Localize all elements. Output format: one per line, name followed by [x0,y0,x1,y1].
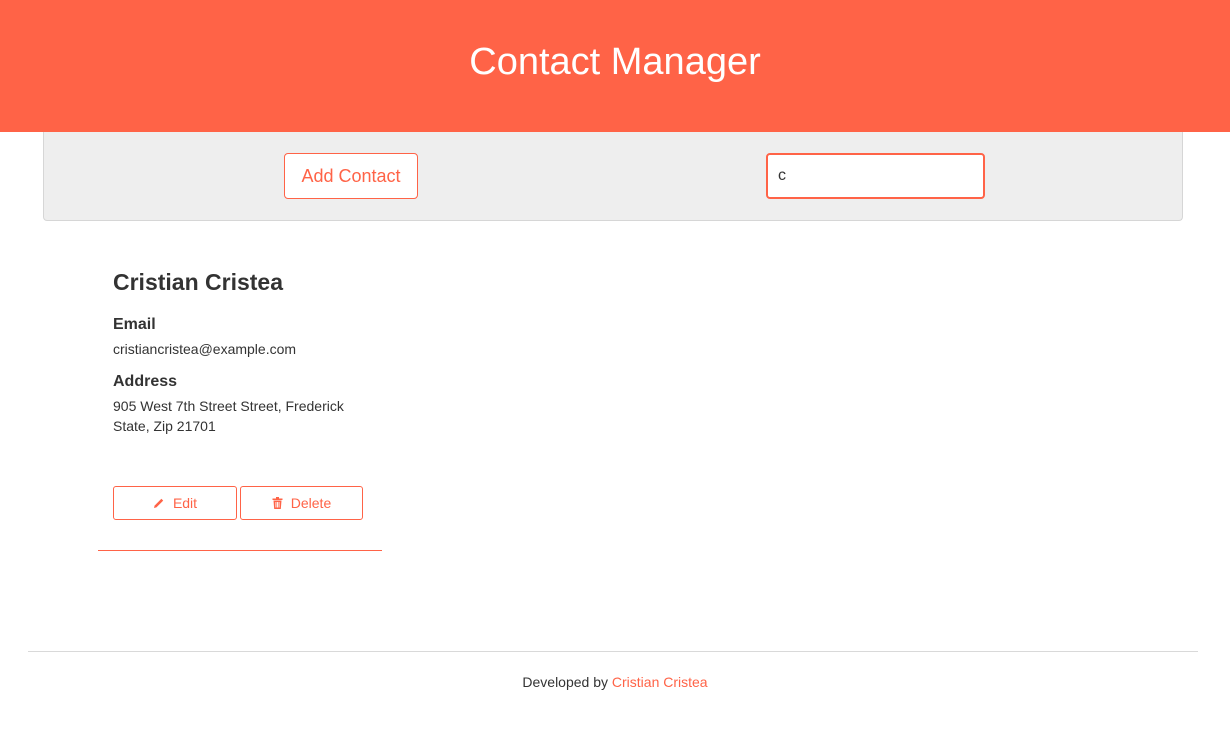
footer-divider [28,651,1198,652]
email-label: Email [113,316,156,333]
contact-email: cristiancristea@example.com [113,341,297,357]
delete-button[interactable]: Delete [240,486,363,520]
footer: Developed by Cristian Cristea [0,674,1230,690]
edit-button[interactable]: Edit [113,486,237,520]
pencil-icon [153,497,165,509]
address-label: Address [113,373,178,390]
search-input[interactable] [766,153,985,199]
edit-label: Edit [172,495,198,511]
toolbar: Add Contact [43,132,1183,221]
contact-card: Cristian Cristea Email cristiancristea@e… [98,245,382,551]
author-link[interactable]: Cristian Cristea [612,674,708,690]
app-header: Contact Manager [0,0,1230,132]
footer-prefix: Developed by [522,674,609,690]
delete-label: Delete [290,495,332,511]
contact-address: 905 West 7th Street Street, Frederick St… [113,398,344,434]
add-contact-button[interactable]: Add Contact [284,153,418,199]
trash-icon [272,497,283,509]
contact-name: Cristian Cristea [113,269,284,295]
page-title: Contact Manager [469,40,761,83]
